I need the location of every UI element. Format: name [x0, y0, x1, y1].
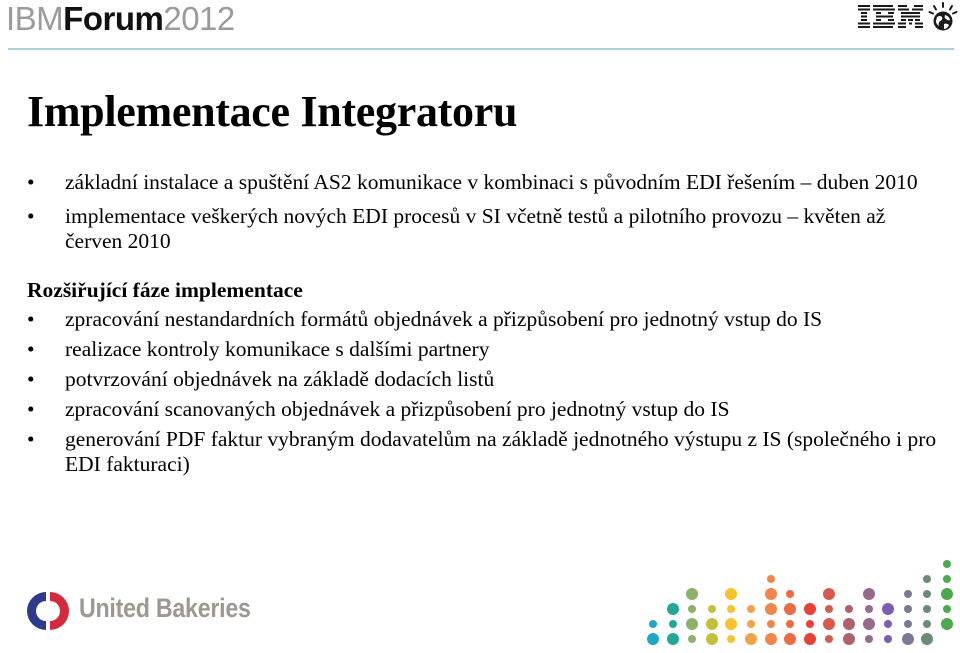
smarter-planet-globe-icon [928, 2, 958, 31]
list-item-text: realizace kontroly komunikace s dalšími … [65, 337, 490, 361]
decorative-dot [943, 560, 951, 568]
header-divider [8, 48, 954, 50]
decorative-dot [882, 603, 895, 615]
decorative-dot [823, 588, 836, 600]
decorative-dot [686, 618, 699, 630]
bullet-icon: • [27, 307, 35, 331]
decorative-dot [923, 590, 932, 598]
ibm-logo-icon [858, 5, 923, 28]
decorative-dot [923, 605, 932, 613]
section-heading: Rozšiřující fáze implementace [27, 278, 303, 302]
list-item: • realizace kontroly komunikace s dalšími… [27, 337, 947, 362]
decorative-dot [688, 635, 697, 643]
decorative-dot [766, 575, 775, 583]
decorative-dot [921, 633, 934, 645]
decorative-dot [862, 618, 875, 630]
decorative-dot [705, 633, 718, 645]
decorative-dot [805, 620, 814, 628]
list-item: • implementace veškerých nových EDI proce… [27, 204, 947, 254]
decorative-dot [903, 605, 912, 613]
decorative-dot [923, 620, 932, 628]
decorative-dot [745, 633, 757, 645]
decorative-dot [647, 633, 659, 645]
decorative-dot [786, 590, 795, 598]
bullet-icon: • [27, 427, 35, 451]
decorative-dot [823, 618, 836, 630]
decorative-dot [766, 620, 775, 628]
decorative-dot [843, 633, 855, 645]
decorative-dot [725, 588, 738, 600]
list-item: • zpracování scanovaných objednávek a při… [27, 397, 947, 422]
decorative-dot [707, 605, 716, 613]
brand-forum: Forum [63, 0, 164, 37]
list-item-text: zpracování nestandardních formátů objedn… [65, 307, 823, 331]
extension-phase-list: • zpracování nestandardních formátů objed… [27, 307, 947, 477]
bullet-icon: • [27, 397, 35, 421]
list-item: • potvrzování objednávek na základě dodac… [27, 367, 947, 392]
decorative-dot [764, 588, 777, 600]
decorative-dot [666, 633, 679, 645]
decorative-dot [688, 605, 697, 613]
decorative-dot [884, 635, 893, 643]
decorative-dot [668, 620, 677, 628]
brand-ibm: IBM [6, 0, 64, 37]
decorative-dot [943, 605, 951, 613]
decorative-dot [764, 633, 777, 645]
decorative-dot [764, 603, 777, 615]
list-item-text: základní instalace a spuštění AS2 komuni… [65, 170, 918, 194]
decorative-dot [845, 605, 853, 613]
company-name: United Bakeries [79, 593, 251, 623]
decorative-dot [903, 620, 912, 628]
brand-year: 2012 [163, 0, 235, 37]
decorative-dot [903, 590, 912, 598]
decorative-dot [862, 588, 875, 600]
decorative-dot [943, 575, 951, 583]
slide-body: • základní instalace a spuštění AS2 komun… [27, 170, 947, 482]
decorative-dot [941, 588, 953, 600]
bullet-icon: • [27, 337, 35, 361]
decorative-dot [803, 633, 816, 645]
decorative-dot [884, 620, 893, 628]
decorative-dot [725, 618, 738, 630]
decorative-dot [727, 635, 736, 643]
bullet-icon: • [27, 170, 35, 194]
ibm-forum-2012-brand: IBMForum2012 [6, 1, 235, 37]
decorative-dot [784, 603, 797, 615]
decorative-dot [825, 635, 834, 643]
list-item-text: zpracování scanovaných objednávek a přiz… [65, 397, 730, 421]
united-bakeries-ring-icon [27, 592, 69, 630]
decorative-dot [705, 618, 718, 630]
slide-title: Implementace Integratoru [27, 87, 518, 136]
decorative-dot [686, 588, 699, 600]
initial-phase-list: • základní instalace a spuštění AS2 komun… [27, 170, 947, 254]
decorative-dot [843, 618, 855, 630]
decorative-dot [803, 603, 816, 615]
list-item-text: potvrzování objednávek na základě dodací… [65, 367, 495, 391]
list-item: • základní instalace a spuštění AS2 komun… [27, 170, 947, 195]
decorative-dot [864, 605, 873, 613]
list-item-text: generování PDF faktur vybraným dodavatel… [65, 427, 937, 476]
bullet-icon: • [27, 367, 35, 391]
decorative-dot [923, 575, 932, 583]
decorative-dot [649, 620, 657, 628]
decorative-dot [727, 605, 736, 613]
decorative-dot [747, 605, 755, 613]
bullet-icon: • [27, 204, 35, 228]
decorative-dot [941, 618, 953, 630]
united-bakeries-logo: United Bakeries [27, 590, 287, 630]
list-item: • zpracování nestandardních formátů objed… [27, 307, 947, 332]
list-item-text: implementace veškerých nových EDI proces… [65, 204, 886, 253]
decorative-dot [747, 620, 755, 628]
decorative-dot-pattern [630, 550, 960, 653]
decorative-dot [784, 633, 797, 645]
decorative-dot [864, 635, 873, 643]
decorative-dot [825, 605, 834, 613]
decorative-dot [786, 620, 795, 628]
decorative-dot [901, 633, 914, 645]
list-item: • generování PDF faktur vybraným dodavate… [27, 427, 947, 477]
decorative-dot [666, 603, 679, 615]
